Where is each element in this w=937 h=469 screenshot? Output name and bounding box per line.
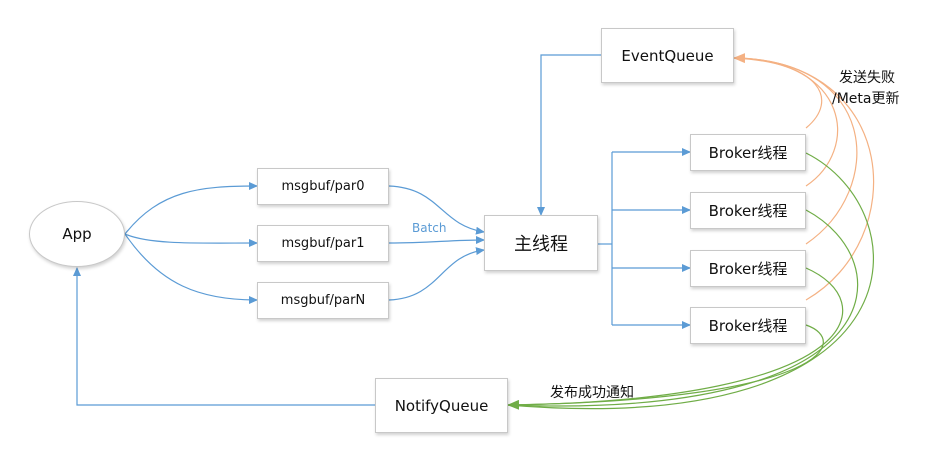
broker-thread-node: Broker线程 xyxy=(690,192,806,229)
notify-queue-label: NotifyQueue xyxy=(394,396,489,415)
broker-thread-label: Broker线程 xyxy=(708,202,788,220)
app-label: App xyxy=(62,225,92,243)
edge-eventqueue-main xyxy=(537,54,601,216)
broker-thread-node: Broker线程 xyxy=(690,307,806,344)
notify-queue-node: NotifyQueue xyxy=(375,378,508,433)
main-thread-label: 主线程 xyxy=(514,234,568,255)
edge-app-buf0 xyxy=(124,182,258,235)
edge-broker1-eventqueue xyxy=(733,57,823,129)
architecture-diagram: App msgbuf/par0 msgbuf/par1 msgbuf/parN … xyxy=(0,0,937,469)
broker-thread-node: Broker线程 xyxy=(690,134,806,171)
event-queue-label: EventQueue xyxy=(621,46,714,65)
msgbuf-parN-label: msgbuf/parN xyxy=(280,293,366,308)
broker-thread-node: Broker线程 xyxy=(690,250,806,287)
batch-label: Batch xyxy=(412,221,447,235)
broker-thread-label: Broker线程 xyxy=(708,260,788,278)
msgbuf-par0-node: msgbuf/par0 xyxy=(257,168,389,205)
msgbuf-par0-label: msgbuf/par0 xyxy=(281,179,365,194)
edge-bufN-main xyxy=(388,247,485,301)
msgbuf-parN-node: msgbuf/parN xyxy=(257,282,389,319)
app-node: App xyxy=(29,201,125,267)
broker-thread-label: Broker线程 xyxy=(708,144,788,162)
edge-app-bufN xyxy=(124,233,258,304)
msgbuf-par1-label: msgbuf/par1 xyxy=(281,236,365,251)
main-thread-node: 主线程 xyxy=(484,215,598,271)
msgbuf-par1-node: msgbuf/par1 xyxy=(257,225,389,262)
meta-update-label: /Meta更新 xyxy=(832,91,900,107)
send-fail-label: 发送失败 xyxy=(839,70,895,86)
edge-app-buf1 xyxy=(124,233,258,248)
edge-buf1-main xyxy=(388,236,485,245)
broker-thread-label: Broker线程 xyxy=(708,317,788,335)
event-queue-node: EventQueue xyxy=(601,28,734,83)
publish-success-label: 发布成功通知 xyxy=(550,385,634,401)
